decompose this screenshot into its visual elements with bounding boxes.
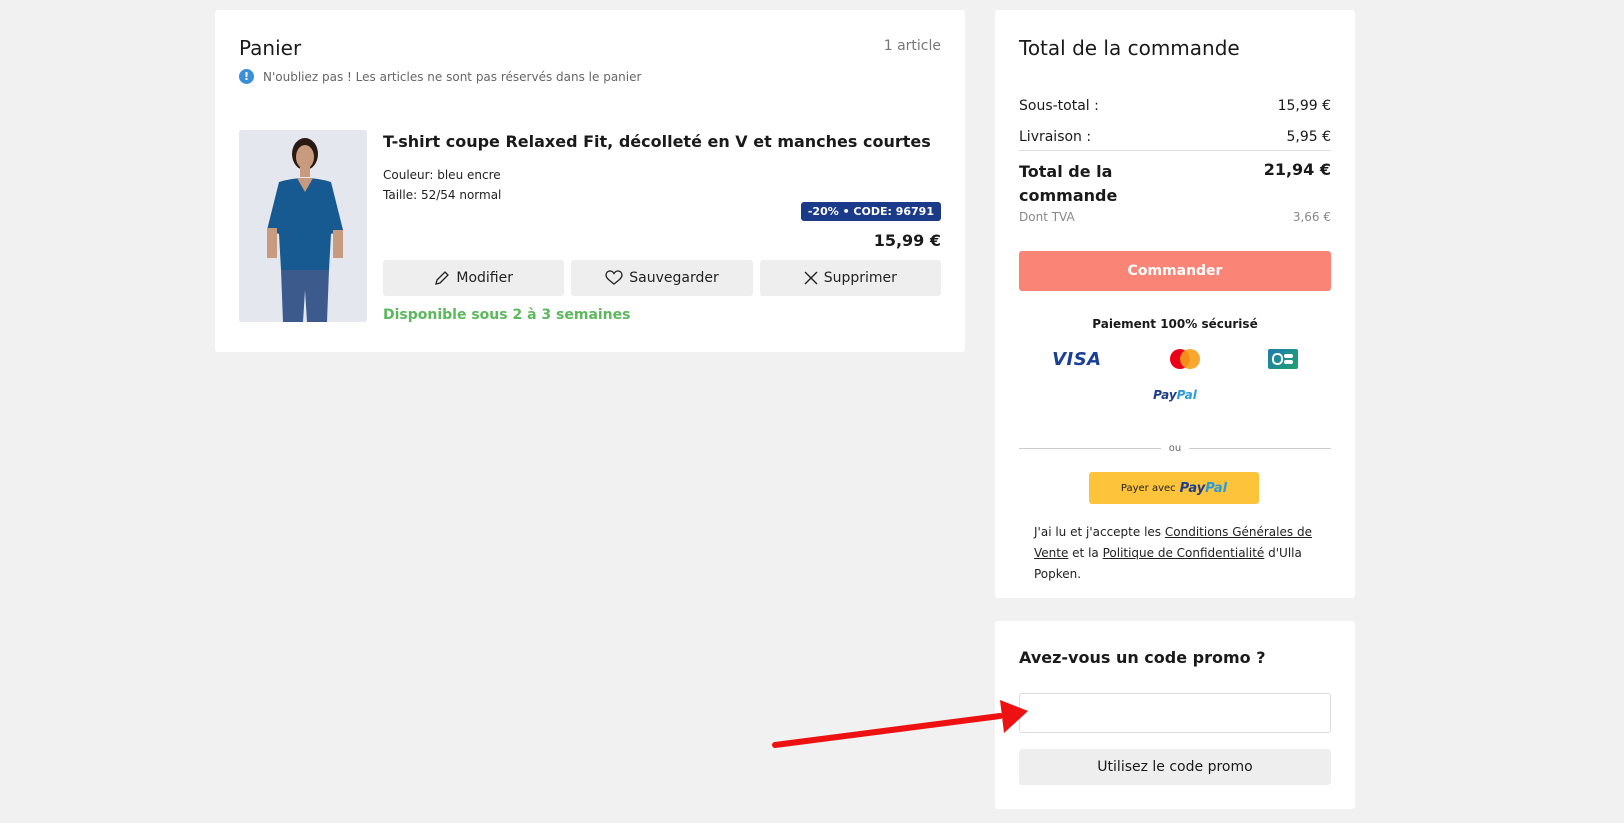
pencil-icon [435,271,450,285]
close-icon [804,271,818,285]
cb-logo [1267,349,1298,369]
checkout-button[interactable]: Commander [1019,251,1331,291]
cart-panel: Panier 1 article ! N'oubliez pas ! Les a… [215,10,965,352]
edit-button[interactable]: Modifier [383,260,565,296]
tax-row: Dont TVA 3,66 € [1019,210,1331,224]
tax-value: 3,66 € [1292,210,1331,224]
delete-button[interactable]: Supprimer [759,260,941,296]
product-name[interactable]: T-shirt coupe Relaxed Fit, décolleté en … [383,132,931,151]
shipping-label: Livraison : [1019,129,1092,145]
mastercard-logo [1169,349,1200,369]
info-icon: ! [239,69,254,84]
heart-icon [605,270,623,285]
visa-logo: VISA [1052,348,1102,370]
cart-item-count: 1 article [883,38,941,54]
total-label: Total de la commande [1019,162,1118,205]
shipping-row: Livraison : 5,95 € [1019,129,1331,145]
privacy-policy-link[interactable]: Politique de Confidentialité [1103,546,1265,560]
paypal-logo: PayPal [1153,388,1197,402]
order-summary-panel: Total de la commande Sous-total : 15,99 … [995,10,1355,598]
paypal-checkout-button[interactable]: Payer avec PayPal [1089,472,1259,504]
product-actions: Modifier Sauvegarder Supprimer [383,260,941,296]
save-for-later-button[interactable]: Sauvegarder [571,260,753,296]
edit-label: Modifier [456,270,513,286]
shipping-value: 5,95 € [1286,129,1331,145]
product-size: Taille: 52/54 normal [383,188,502,202]
save-label: Sauvegarder [629,270,719,286]
paypal-button-logo: PayPal [1179,480,1228,496]
apply-promo-button[interactable]: Utilisez le code promo [1019,749,1331,785]
tax-label: Dont TVA [1019,210,1075,224]
cart-notice-text: N'oubliez pas ! Les articles ne sont pas… [263,69,642,84]
terms-text: J'ai lu et j'accepte les Conditions Géné… [1034,525,1312,581]
availability-text: Disponible sous 2 à 3 semaines [383,307,631,323]
cart-title: Panier [239,36,302,60]
product-price: 15,99 € [873,231,941,250]
order-summary-title: Total de la commande [1019,36,1240,60]
product-image[interactable] [239,130,367,322]
payment-logos: VISA [1019,348,1331,370]
promo-code-panel: Avez-vous un code promo ? Utilisez le co… [995,621,1355,809]
subtotal-value: 15,99 € [1277,98,1331,114]
secure-payment-text: Paiement 100% sécurisé [1092,317,1258,331]
product-color: Couleur: bleu encre [383,168,501,182]
promo-code-input[interactable] [1019,693,1331,733]
paypal-button-prefix: Payer avec [1120,482,1176,494]
or-text: ou [1168,443,1182,454]
subtotal-row: Sous-total : 15,99 € [1019,98,1331,114]
subtotal-label: Sous-total : [1019,98,1099,114]
total-value: 21,94 € [1263,160,1331,179]
discount-badge: -20% • CODE: 96791 [800,202,941,221]
or-separator: ou [1019,443,1331,454]
promo-title: Avez-vous un code promo ? [1019,648,1266,667]
divider [1019,150,1331,151]
delete-label: Supprimer [823,270,897,286]
cart-notice: ! N'oubliez pas ! Les articles ne sont p… [239,69,641,84]
